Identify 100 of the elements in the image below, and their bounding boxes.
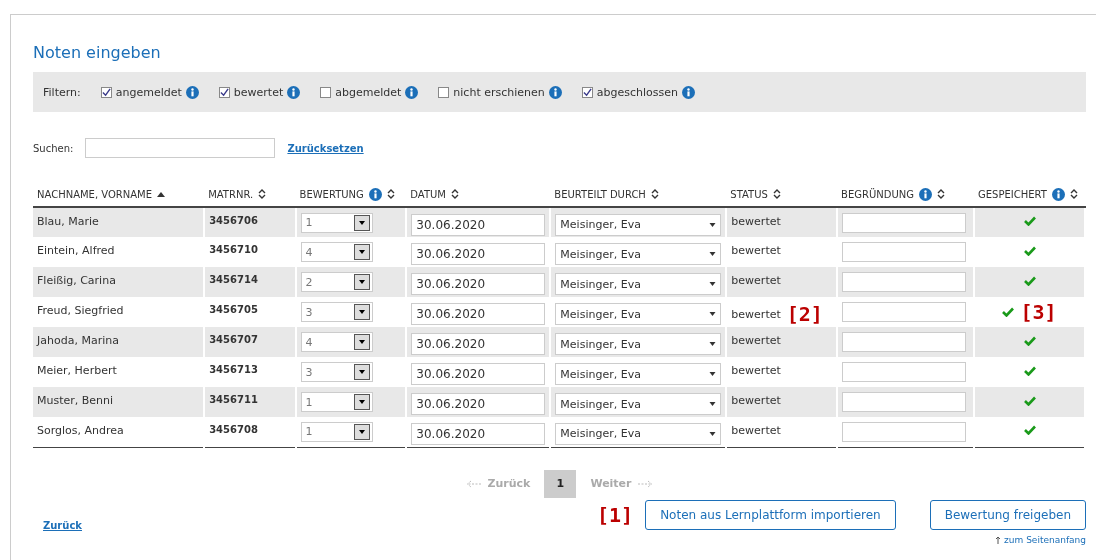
caret-icon [358,370,365,374]
caret-icon [358,280,365,284]
reason-field[interactable] [842,332,967,352]
reason-field[interactable] [842,421,967,442]
rater-dropdown[interactable]: Meisinger, Eva [555,333,722,355]
grade-dropdown[interactable]: 3 [300,302,373,322]
date-field[interactable]: 30.06.2020 [411,213,546,236]
column-header[interactable]: GESPEICHERT [978,188,1047,200]
student-number: 3456714 [209,274,258,285]
sort-icon[interactable] [772,189,781,199]
column-header[interactable]: BEURTEILT DURCH [554,188,646,200]
student-name: Freud, Siegfried [37,304,124,317]
filter-label: Filtern: [43,85,81,99]
checkbox-label[interactable]: abgemeldet [335,85,402,99]
page-title: Noten eingeben [33,43,162,62]
status-text: bewertet [731,394,781,407]
column-header[interactable]: NACHNAME, VORNAME [37,188,153,200]
checkbox[interactable] [320,86,332,98]
import-button[interactable]: Noten aus Lernplattform importieren [645,499,896,530]
reason-field[interactable] [842,242,967,262]
status-text: bewertet [731,364,781,377]
student-number: 3456708 [209,424,258,435]
page-number[interactable]: 1 [544,469,577,498]
grade-dropdown[interactable]: 1 [300,421,373,442]
student-number: 3456713 [209,364,258,375]
checkbox-label[interactable]: bewertet [233,85,284,99]
caret-icon [358,310,365,314]
rater-dropdown[interactable]: Meisinger, Eva [555,393,722,415]
arrow-right-icon [636,479,653,488]
date-field[interactable]: 30.06.2020 [411,422,546,445]
checkbox[interactable] [100,86,112,98]
status-text: bewertet [731,274,781,287]
grade-dropdown[interactable]: 4 [300,332,373,352]
checkbox-label[interactable]: abgeschlossen [596,85,678,99]
reason-field[interactable] [842,212,967,233]
release-button[interactable]: Bewertung freigeben [929,499,1086,530]
sort-icon[interactable] [650,189,659,199]
column-header[interactable]: DATUM [410,188,446,200]
rater-dropdown[interactable]: Meisinger, Eva [555,213,722,236]
date-field[interactable]: 30.06.2020 [411,363,546,385]
caret-icon [709,222,717,227]
grade-dropdown[interactable]: 2 [300,272,373,292]
student-number: 3456711 [209,394,258,405]
status-text: bewertet [731,334,781,347]
sort-icon[interactable] [1069,189,1078,199]
grade-dropdown[interactable]: 1 [300,212,373,233]
date-field[interactable]: 30.06.2020 [411,273,546,295]
checkbox-label[interactable]: angemeldet [115,85,182,99]
status-text: bewertet [731,424,781,437]
search-field[interactable] [85,138,276,158]
info-icon [185,85,199,99]
caret-icon [358,340,365,344]
column-header[interactable]: BEWERTUNG [299,188,364,200]
rater-dropdown[interactable]: Meisinger, Eva [555,243,722,265]
sort-icon[interactable] [451,189,459,199]
student-name: Jahoda, Marina [37,334,119,347]
info-icon [682,85,695,99]
column-header[interactable]: BEGRÜNDUNG [841,188,915,200]
arrow-left-icon [466,479,483,488]
checkbox[interactable] [438,86,450,98]
grade-dropdown[interactable]: 4 [300,242,373,262]
back-to-top-link[interactable]: zum Seitenanfang [1004,534,1086,545]
status-text: bewertet [731,244,781,257]
caret-icon [709,282,717,286]
sort-icon[interactable] [258,189,267,199]
grade-dropdown[interactable]: 3 [300,362,373,382]
rater-dropdown[interactable]: Meisinger, Eva [555,363,722,385]
date-field[interactable]: 30.06.2020 [411,333,546,355]
student-name: Eintein, Alfred [37,244,115,257]
caret-icon [709,431,717,436]
sort-icon[interactable] [386,189,395,199]
reason-field[interactable] [842,302,967,322]
checkbox[interactable] [581,86,593,98]
info-icon [287,85,301,99]
caret-icon [709,312,717,316]
rater-dropdown[interactable]: Meisinger, Eva [555,303,722,325]
reason-field[interactable] [842,362,967,382]
student-name: Sorglos, Andrea [37,424,124,437]
checkbox-label[interactable]: nicht erschienen [453,85,545,99]
reason-field[interactable] [842,392,967,412]
student-number: 3456706 [209,215,258,226]
column-header[interactable]: MATRNR. [208,188,254,200]
date-field[interactable]: 30.06.2020 [411,393,546,415]
reset-link[interactable]: Zurücksetzen [287,142,364,154]
rater-dropdown[interactable]: Meisinger, Eva [555,422,722,445]
arrow-up-icon [995,535,1002,544]
student-name: Fleißig, Carina [37,274,116,287]
date-field[interactable]: 30.06.2020 [411,303,546,325]
student-name: Blau, Marie [37,215,99,228]
grade-dropdown[interactable]: 1 [300,392,373,412]
back-link[interactable]: Zurück [43,519,82,531]
student-number: 3456707 [209,334,258,345]
rater-dropdown[interactable]: Meisinger, Eva [555,273,722,295]
sort-ascending-icon[interactable] [157,191,166,197]
checkbox[interactable] [218,86,230,98]
sort-icon[interactable] [937,189,946,199]
status-text: bewertet [731,215,781,228]
date-field[interactable]: 30.06.2020 [411,243,546,265]
column-header[interactable]: STATUS [730,188,768,200]
reason-field[interactable] [842,272,967,292]
